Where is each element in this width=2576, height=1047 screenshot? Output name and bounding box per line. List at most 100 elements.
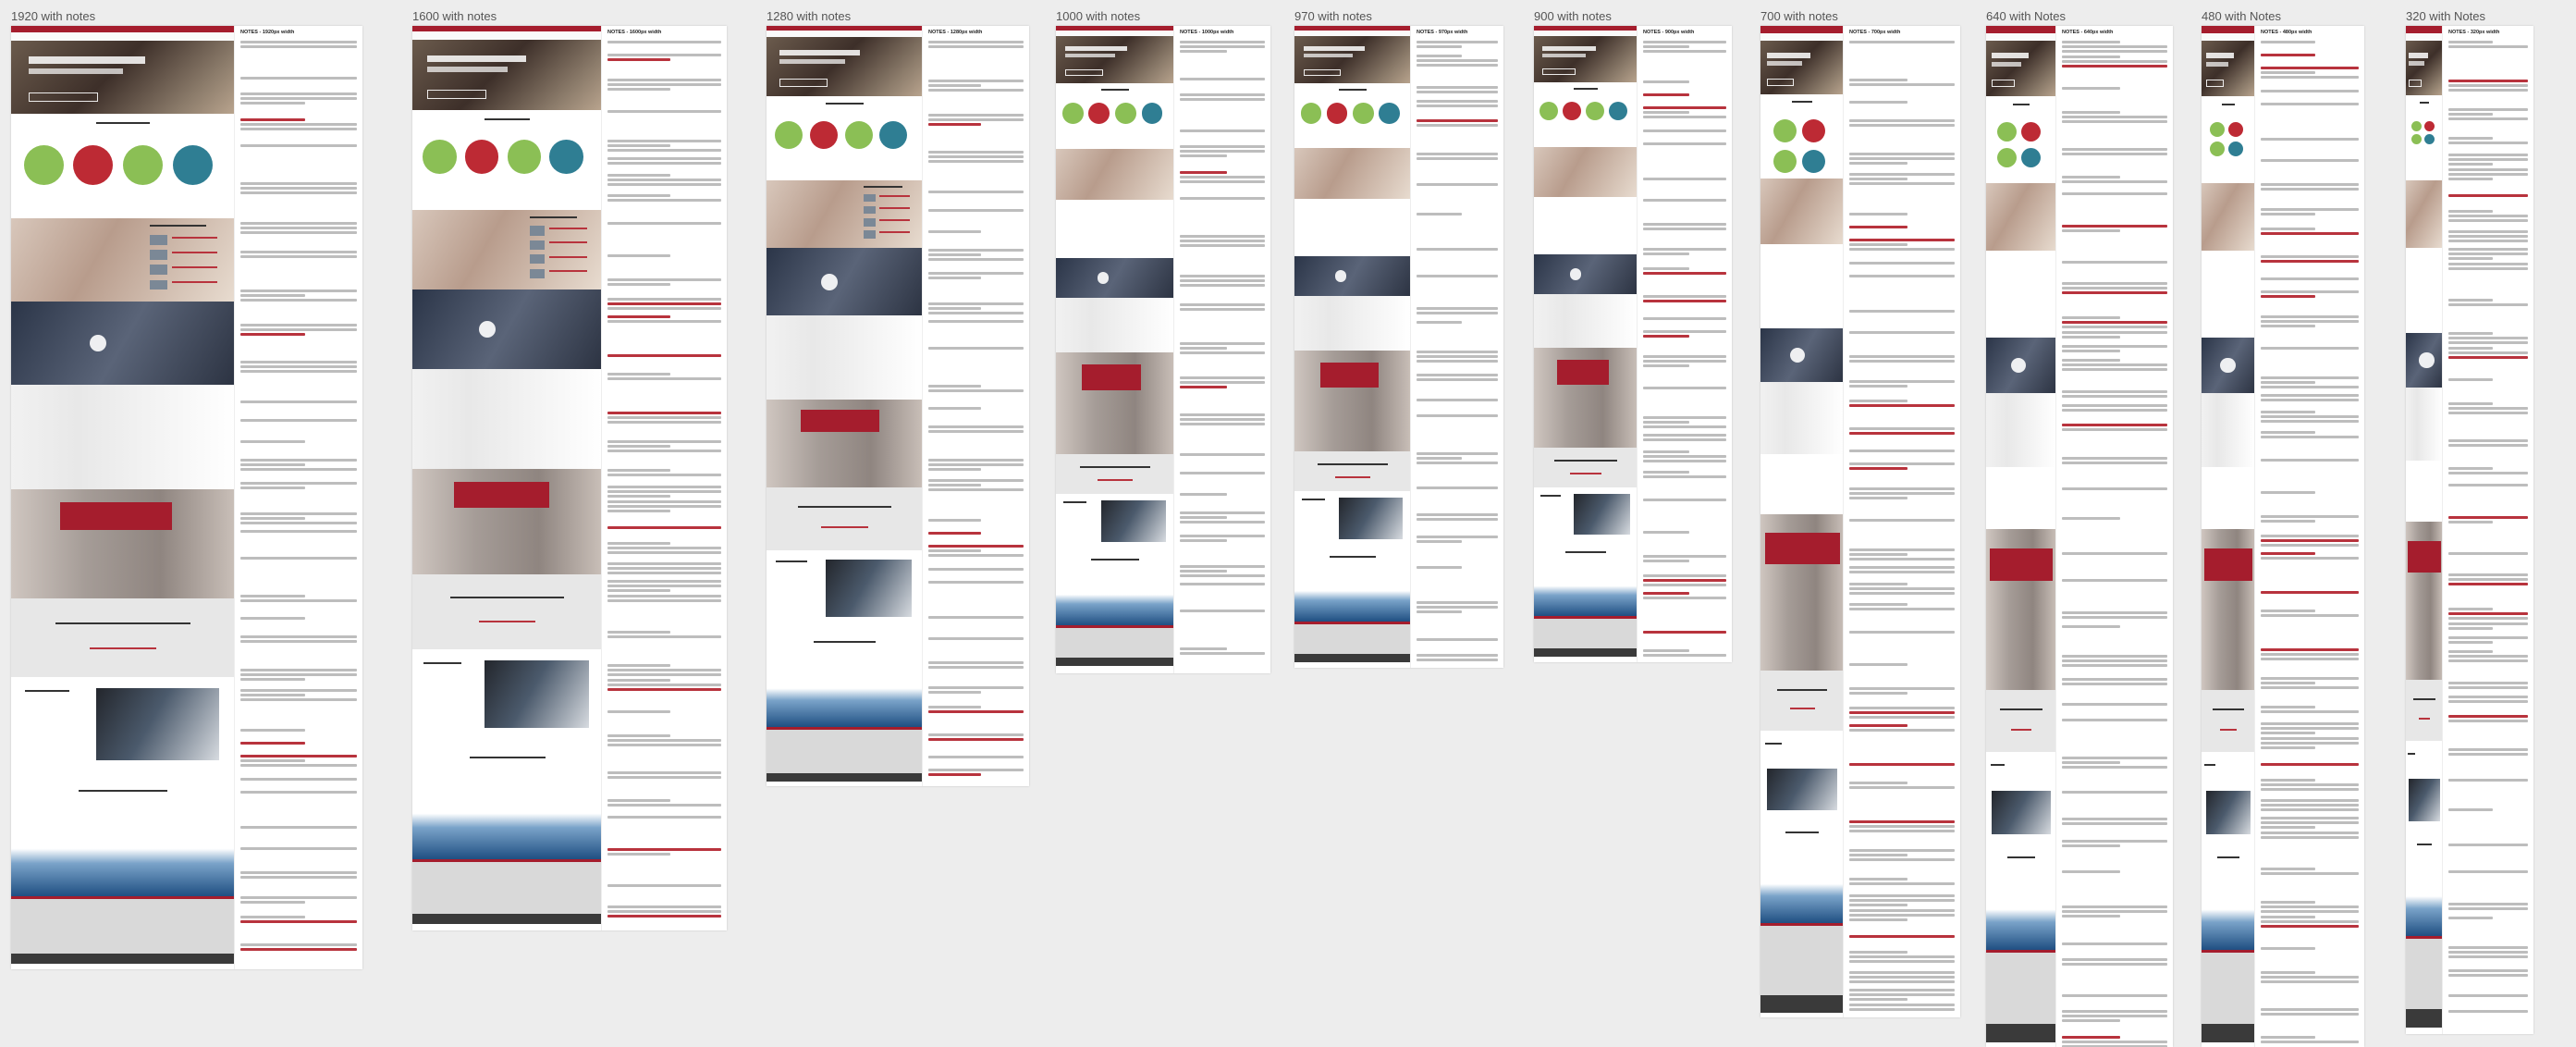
play-icon[interactable] <box>821 273 839 290</box>
hero-cta-button[interactable] <box>2205 80 2225 88</box>
quick-link-icon[interactable] <box>464 140 499 174</box>
connect-button[interactable] <box>1789 708 1815 710</box>
quick-link-icon[interactable] <box>1586 102 1604 120</box>
quick-link-icon[interactable] <box>1773 119 1797 143</box>
play-icon[interactable] <box>2010 357 2027 374</box>
quick-link-icon[interactable] <box>1300 103 1322 124</box>
quick-link-icon[interactable] <box>1773 149 1797 173</box>
quick-link-icon[interactable] <box>1802 119 1825 143</box>
quick-link-icon[interactable] <box>2228 142 2244 157</box>
hero-cta-button[interactable] <box>1304 68 1341 76</box>
news-thumbnail[interactable] <box>863 193 877 203</box>
hero-cta-button[interactable] <box>779 79 828 87</box>
hero-cta-button[interactable] <box>1992 80 2015 88</box>
quick-link-icon[interactable] <box>172 144 213 185</box>
news-thumbnail[interactable] <box>530 254 546 265</box>
quick-link-icon[interactable] <box>123 144 163 185</box>
news-thumbnail[interactable] <box>863 205 877 215</box>
quick-link-icon[interactable] <box>2228 122 2244 138</box>
note-annotation <box>1643 272 1726 275</box>
quick-link-icon[interactable] <box>422 140 457 174</box>
quick-link-icon[interactable] <box>844 121 873 150</box>
news-headline[interactable] <box>878 207 911 210</box>
news-thumbnail[interactable] <box>150 250 168 260</box>
note-annotation <box>928 312 1024 314</box>
quick-link-icon[interactable] <box>879 121 908 150</box>
news-headline[interactable] <box>878 219 911 222</box>
news-thumbnail[interactable] <box>530 240 546 250</box>
quick-link-icon[interactable] <box>2424 120 2435 131</box>
hero-cta-button[interactable] <box>1767 78 1795 86</box>
news-headline[interactable] <box>172 281 217 284</box>
connect-button[interactable] <box>478 621 536 623</box>
news-headline[interactable] <box>548 227 587 229</box>
quick-link-icon[interactable] <box>1326 103 1348 124</box>
quick-link-icon[interactable] <box>1539 102 1558 120</box>
news-thumbnail[interactable] <box>863 217 877 227</box>
news-headline[interactable] <box>548 255 587 258</box>
news-thumbnail[interactable] <box>530 226 546 236</box>
news-thumbnail[interactable] <box>150 265 168 276</box>
quick-link-icon[interactable] <box>1115 103 1136 125</box>
play-icon[interactable] <box>478 321 496 338</box>
news-headline[interactable] <box>172 236 217 239</box>
connect-button[interactable] <box>89 647 157 649</box>
news-headline[interactable] <box>878 195 911 198</box>
news-headline[interactable] <box>172 252 217 253</box>
connect-button[interactable] <box>1335 475 1370 478</box>
quick-link-icon[interactable] <box>1353 103 1374 124</box>
quick-link-icon[interactable] <box>809 121 838 150</box>
connect-button[interactable] <box>2220 728 2237 731</box>
connect-button[interactable] <box>1097 478 1134 481</box>
voices-section <box>1294 296 1411 351</box>
play-icon[interactable] <box>2419 352 2435 368</box>
news-thumbnail[interactable] <box>150 235 168 245</box>
quick-link-icon[interactable] <box>73 144 114 185</box>
quick-link-icon[interactable] <box>549 140 583 174</box>
news-headline[interactable] <box>548 270 587 273</box>
play-icon[interactable] <box>2220 357 2237 374</box>
quick-link-icon[interactable] <box>2209 122 2225 138</box>
news-thumbnail[interactable] <box>530 268 546 278</box>
hero-cta-button[interactable] <box>1541 68 1576 75</box>
quick-link-icon[interactable] <box>1996 147 2017 167</box>
quick-link-icon[interactable] <box>2209 142 2225 157</box>
news-headline[interactable] <box>878 231 911 234</box>
quick-link-icon[interactable] <box>23 144 64 185</box>
news-headline[interactable] <box>548 241 587 244</box>
note-annotation <box>1643 50 1726 53</box>
quick-link-icon[interactable] <box>507 140 542 174</box>
connect-button[interactable] <box>2010 728 2032 731</box>
play-icon[interactable] <box>1097 272 1109 284</box>
quick-link-icon[interactable] <box>1609 102 1627 120</box>
note-annotation <box>1849 914 1955 917</box>
play-icon[interactable] <box>89 335 106 351</box>
note-annotation <box>1643 300 1726 302</box>
quick-link-icon[interactable] <box>1996 122 2017 142</box>
hero-cta-button[interactable] <box>1065 68 1103 76</box>
play-icon[interactable] <box>1570 268 1582 280</box>
connect-button[interactable] <box>1570 472 1601 474</box>
quick-link-icon[interactable] <box>1379 103 1400 124</box>
news-headline[interactable] <box>172 266 217 269</box>
news-thumbnail[interactable] <box>863 230 877 239</box>
connect-button[interactable] <box>2419 717 2430 720</box>
play-icon[interactable] <box>1789 347 1805 363</box>
quick-link-icon[interactable] <box>1141 103 1163 125</box>
hero-cta-button[interactable] <box>2409 79 2423 87</box>
quick-link-icon[interactable] <box>2424 134 2435 145</box>
quick-link-icon[interactable] <box>1088 103 1110 125</box>
news-thumbnail[interactable] <box>150 279 168 290</box>
quick-link-icon[interactable] <box>2021 122 2042 142</box>
quick-link-icon[interactable] <box>2411 134 2423 145</box>
quick-link-icon[interactable] <box>1802 149 1825 173</box>
quick-link-icon[interactable] <box>1563 102 1581 120</box>
quick-link-icon[interactable] <box>775 121 803 150</box>
quick-link-icon[interactable] <box>2411 120 2423 131</box>
hero-cta-button[interactable] <box>29 92 98 103</box>
quick-link-icon[interactable] <box>1061 103 1084 125</box>
play-icon[interactable] <box>1335 270 1347 282</box>
hero-cta-button[interactable] <box>427 90 486 99</box>
quick-link-icon[interactable] <box>2021 147 2042 167</box>
connect-button[interactable] <box>821 526 868 529</box>
